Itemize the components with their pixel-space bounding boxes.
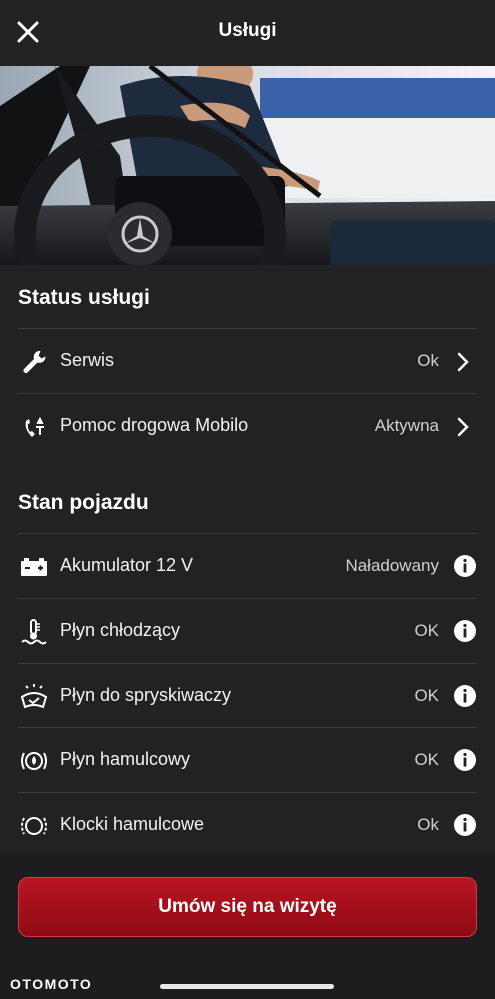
coolant-icon (21, 619, 47, 645)
hero-image (0, 66, 495, 265)
info-icon[interactable] (453, 619, 477, 643)
washer-fluid-row[interactable]: Płyn do spryskiwaczy OK (0, 665, 495, 729)
divider (18, 533, 477, 534)
section-title-vehicle: Stan pojazdu (18, 491, 149, 514)
brake-fluid-icon (21, 752, 47, 770)
battery-label: Akumulator 12 V (60, 555, 194, 575)
divider (18, 328, 477, 329)
brake-fluid-label: Płyn hamulcowy (60, 749, 191, 769)
otomoto-watermark: OTOMOTO (10, 976, 93, 992)
brake-fluid-row[interactable]: Płyn hamulcowy OK (0, 729, 495, 793)
service-label: Serwis (60, 350, 115, 370)
brake-pads-icon (21, 817, 47, 835)
divider (18, 393, 477, 394)
book-appointment-button[interactable]: Umów się na wizytę (18, 877, 477, 937)
divider (18, 792, 477, 793)
washer-fluid-label: Płyn do spryskiwaczy (60, 685, 232, 705)
battery-row[interactable]: Akumulator 12 V Naładowany (0, 535, 495, 599)
home-indicator[interactable] (160, 984, 334, 989)
info-icon[interactable] (453, 554, 477, 578)
divider (18, 598, 477, 599)
washer-fluid-value: OK (414, 686, 439, 705)
roadside-phone-icon (25, 416, 44, 437)
coolant-row[interactable]: Płyn chłodzący OK (0, 600, 495, 664)
brake-fluid-value: OK (414, 750, 439, 769)
roadside-assistance-label: Pomoc drogowa Mobilo (60, 415, 249, 435)
washer-fluid-icon (20, 684, 48, 709)
service-row[interactable]: Serwis Ok (0, 330, 495, 394)
coolant-label: Płyn chłodzący (60, 620, 181, 640)
roadside-assistance-value: Aktywna (374, 416, 439, 435)
battery-value: Naładowany (345, 556, 439, 575)
battery-icon (21, 558, 47, 576)
section-title-status: Status usługi (18, 286, 150, 309)
info-icon[interactable] (453, 813, 477, 837)
divider (18, 663, 477, 664)
info-icon[interactable] (453, 684, 477, 708)
divider (18, 727, 477, 728)
brake-pads-value: Ok (417, 815, 439, 834)
header: Usługi (0, 0, 495, 66)
brake-pads-label: Klocki hamulcowe (60, 814, 205, 834)
wrench-icon (23, 350, 46, 373)
coolant-value: OK (414, 621, 439, 640)
chevron-right-icon (457, 417, 469, 437)
page-title: Usługi (218, 20, 277, 41)
chevron-right-icon (457, 352, 469, 372)
roadside-assistance-row[interactable]: Pomoc drogowa Mobilo Aktywna (0, 395, 495, 459)
info-icon[interactable] (453, 748, 477, 772)
service-value: Ok (417, 351, 439, 370)
brake-pads-row[interactable]: Klocki hamulcowe Ok (0, 794, 495, 858)
